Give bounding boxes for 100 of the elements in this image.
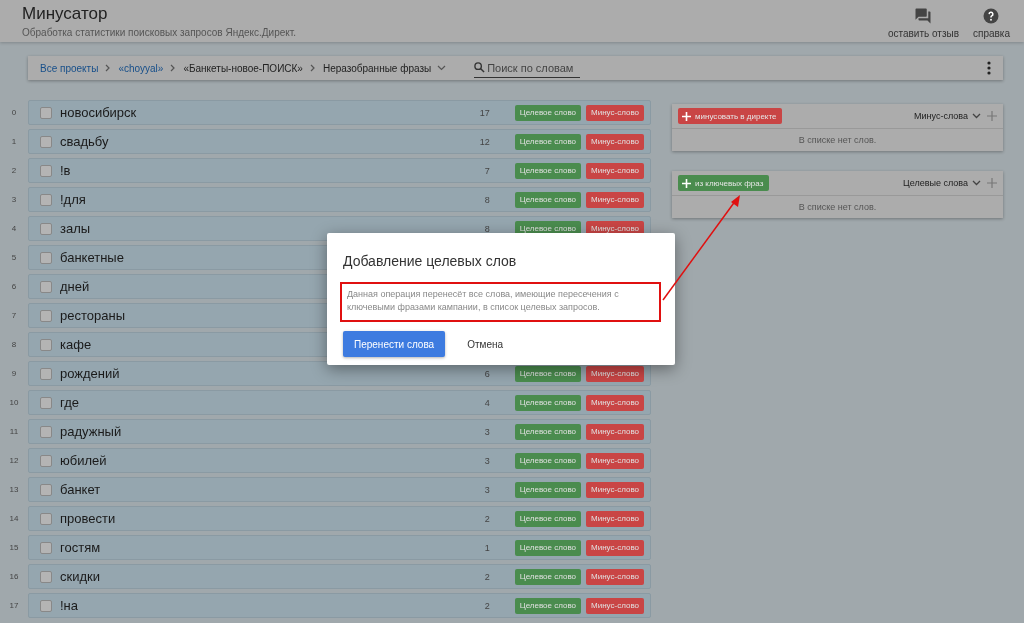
- add-button[interactable]: из ключевых фраз: [678, 175, 770, 191]
- help-icon: [982, 7, 1001, 25]
- row-number: 0: [10, 108, 18, 117]
- target-word-button[interactable]: Целевое слово: [514, 510, 582, 527]
- chat-icon: [914, 7, 933, 25]
- row-number: 7: [10, 311, 18, 320]
- add-button[interactable]: минусовать в директе: [678, 108, 783, 124]
- word-text: рождений: [60, 366, 120, 381]
- word-text: дней: [60, 279, 90, 294]
- minus-word-button[interactable]: Минус-слово: [586, 423, 644, 440]
- row-number: 14: [8, 514, 20, 523]
- target-word-button[interactable]: Целевое слово: [514, 539, 582, 556]
- dropdown-icon[interactable]: [437, 65, 447, 71]
- checkbox[interactable]: [40, 367, 52, 380]
- minus-word-button[interactable]: Минус-слово: [586, 452, 644, 469]
- plus-icon[interactable]: [987, 178, 997, 188]
- list-name-dropdown[interactable]: Минус-слова: [914, 111, 968, 121]
- target-word-button[interactable]: Целевое слово: [514, 133, 582, 150]
- minus-word-button[interactable]: Минус-слово: [586, 394, 644, 411]
- checkbox[interactable]: [40, 541, 52, 554]
- target-word-button[interactable]: Целевое слово: [514, 481, 582, 498]
- chevron-icon: [308, 64, 317, 72]
- count-text: 3: [484, 426, 490, 437]
- count-text: 7: [484, 165, 490, 176]
- checkbox[interactable]: [40, 425, 52, 438]
- word-text: банкет: [60, 482, 101, 497]
- target-word-button[interactable]: Целевое слово: [514, 423, 582, 440]
- count-text: 2: [484, 600, 490, 611]
- plus-icon[interactable]: [987, 111, 997, 121]
- list-name-dropdown[interactable]: Целевые слова: [903, 178, 968, 188]
- checkbox[interactable]: [40, 251, 52, 264]
- row-number: 11: [8, 427, 20, 436]
- word-text: рестораны: [60, 308, 125, 323]
- checkbox[interactable]: [40, 106, 52, 119]
- count-text: 8: [484, 194, 490, 205]
- row-number: 8: [10, 340, 18, 349]
- checkbox[interactable]: [40, 338, 52, 351]
- target-word-button[interactable]: Целевое слово: [514, 597, 582, 614]
- checkbox[interactable]: [40, 193, 52, 206]
- more-icon[interactable]: [987, 61, 991, 75]
- minus-word-button[interactable]: Минус-слово: [586, 481, 644, 498]
- count-text: 2: [484, 513, 490, 524]
- word-text: новосибирск: [60, 105, 137, 120]
- word-text: !на: [60, 598, 79, 613]
- checkbox[interactable]: [40, 222, 52, 235]
- target-word-button[interactable]: Целевое слово: [514, 162, 582, 179]
- target-word-button[interactable]: Целевое слово: [514, 365, 582, 382]
- minus-word-button[interactable]: Минус-слово: [586, 365, 644, 382]
- word-text: !в: [60, 163, 71, 178]
- row-number: 16: [8, 572, 20, 581]
- target-word-button[interactable]: Целевое слово: [514, 568, 582, 585]
- checkbox[interactable]: [40, 164, 52, 177]
- target-word-button[interactable]: Целевое слово: [514, 394, 582, 411]
- minus-word-button[interactable]: Минус-слово: [586, 104, 644, 121]
- minus-word-button[interactable]: Минус-слово: [586, 568, 644, 585]
- minus-word-button[interactable]: Минус-слово: [586, 597, 644, 614]
- word-text: провести: [60, 511, 116, 526]
- checkbox[interactable]: [40, 309, 52, 322]
- checkbox[interactable]: [40, 570, 52, 583]
- minus-word-button[interactable]: Минус-слово: [586, 162, 644, 179]
- checkbox[interactable]: [40, 454, 52, 467]
- minus-word-button[interactable]: Минус-слово: [586, 191, 644, 208]
- plus-icon: [682, 178, 691, 188]
- search-field[interactable]: Поиск по словам: [474, 58, 581, 78]
- checkbox[interactable]: [40, 599, 52, 612]
- word-text: !для: [60, 192, 86, 207]
- confirm-button[interactable]: Перенести слова: [343, 331, 446, 357]
- checkbox[interactable]: [40, 483, 52, 496]
- feedback-link[interactable]: оставить отзыв: [887, 7, 959, 39]
- count-text: 6: [484, 368, 490, 379]
- minus-word-button[interactable]: Минус-слово: [586, 133, 644, 150]
- row-number: 4: [10, 224, 18, 233]
- word-text: юбилей: [60, 453, 107, 468]
- checkbox[interactable]: [40, 135, 52, 148]
- dropdown-icon[interactable]: [972, 180, 981, 186]
- target-word-button[interactable]: Целевое слово: [514, 191, 582, 208]
- target-word-button[interactable]: Целевое слово: [514, 104, 582, 121]
- target-word-button[interactable]: Целевое слово: [514, 452, 582, 469]
- help-link[interactable]: справка: [973, 7, 1010, 39]
- empty-list-text: В списке нет слов.: [797, 201, 878, 214]
- word-text: гостям: [60, 540, 101, 555]
- row-number: 13: [8, 485, 20, 494]
- checkbox[interactable]: [40, 280, 52, 293]
- breadcrumb-link[interactable]: «choyyal»: [118, 62, 164, 74]
- row-number: 1: [10, 137, 18, 146]
- cancel-button[interactable]: Отмена: [461, 337, 510, 351]
- breadcrumb-link[interactable]: Все проекты: [40, 62, 99, 74]
- checkbox[interactable]: [40, 512, 52, 525]
- breadcrumb-item[interactable]: Неразобранные фразы: [322, 62, 432, 74]
- dropdown-icon[interactable]: [972, 113, 981, 119]
- minus-word-button[interactable]: Минус-слово: [586, 510, 644, 527]
- row-number: 10: [8, 398, 20, 407]
- checkbox[interactable]: [40, 396, 52, 409]
- count-text: 3: [484, 484, 490, 495]
- count-text: 8: [484, 223, 490, 234]
- count-text: 2: [484, 571, 490, 582]
- minus-word-button[interactable]: Минус-слово: [586, 539, 644, 556]
- word-text: радужный: [60, 424, 122, 439]
- app-title: Минусатор: [22, 4, 109, 24]
- count-text: 1: [484, 542, 490, 553]
